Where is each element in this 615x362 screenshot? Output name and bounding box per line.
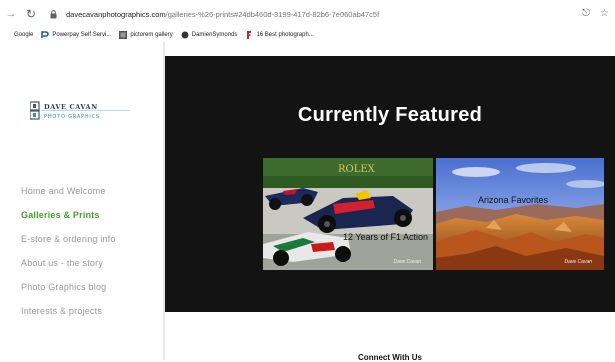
- site-logo[interactable]: DAVE CAVAN PHOTO GRAPHICS: [29, 100, 130, 122]
- nav-item-interests[interactable]: Interests & projects: [21, 303, 116, 327]
- bookmark-pictorem[interactable]: pictorem gallery: [119, 31, 173, 39]
- tile-label-f1: 12 Years of F1 Action: [343, 232, 429, 242]
- powerpay-icon: [41, 31, 50, 39]
- url-field[interactable]: davecavanphotographics.com/galleries-%26…: [66, 10, 379, 19]
- reload-icon[interactable]: ↻: [24, 7, 38, 21]
- tile-signature-arizona: Dave Cavan: [564, 259, 592, 265]
- bookmarks-bar: Google Powerpay Self Servi... pictorem g…: [0, 28, 615, 42]
- gallery-icon: [119, 31, 128, 39]
- connect-heading: Connect With Us: [358, 353, 422, 362]
- url-host: davecavanphotographics.com: [66, 9, 166, 19]
- nav-item-home[interactable]: Home and Welcome: [21, 183, 116, 207]
- bookmark-16best[interactable]: 16 Best photograph...: [245, 31, 314, 39]
- arizona-photo: [436, 158, 604, 270]
- tile-signature-f1: Dave Cavan: [393, 259, 421, 265]
- address-bar: → ↻ davecavanphotographics.com/galleries…: [0, 0, 615, 28]
- rolex-banner: ROLEX: [338, 164, 376, 175]
- nav-item-blog[interactable]: Photo Graphics blog: [21, 279, 116, 303]
- back-arrow-icon[interactable]: →: [4, 7, 18, 21]
- sidebar: DAVE CAVAN PHOTO GRAPHICS Home and Welco…: [0, 42, 165, 360]
- lock-icon[interactable]: [46, 7, 60, 21]
- gallery-tile-f1[interactable]: ROLEX 12 Years of F1 Action Dave Cavan: [263, 158, 433, 270]
- bookmark-label: DamienSymonds: [191, 32, 238, 38]
- logo-line1: DAVE CAVAN: [44, 103, 98, 111]
- tile-label-arizona: Arizona Favorites: [478, 195, 549, 205]
- logo-line2: PHOTO GRAPHICS: [44, 114, 100, 120]
- nav-item-about[interactable]: About us - the story: [21, 255, 116, 279]
- nav-item-estore[interactable]: E-store & ordering info: [21, 231, 116, 255]
- damien-icon: [181, 31, 189, 39]
- logo-graphic: DAVE CAVAN PHOTO GRAPHICS: [29, 101, 130, 120]
- bookmark-label: pictorem gallery: [130, 32, 173, 38]
- photo-icon: [245, 31, 253, 39]
- gallery-tile-arizona[interactable]: Arizona Favorites Dave Cavan: [436, 158, 604, 270]
- featured-panel: Currently Featured ROLEX 12 Years of F1 …: [165, 56, 615, 312]
- featured-title: Currently Featured: [297, 104, 483, 126]
- bookmark-star-icon[interactable]: ☆: [600, 8, 609, 19]
- site-nav: Home and Welcome Galleries & Prints E-st…: [21, 183, 116, 327]
- bookmark-google[interactable]: Google: [14, 32, 33, 38]
- bookmark-damien[interactable]: DamienSymonds: [181, 31, 238, 39]
- bookmark-label: Google: [14, 32, 34, 38]
- bookmark-label: 16 Best photograph...: [256, 32, 314, 38]
- share-icon[interactable]: ⎋: [582, 8, 590, 19]
- f1-photo: ROLEX: [263, 158, 433, 270]
- nav-item-galleries[interactable]: Galleries & Prints: [21, 207, 116, 231]
- bookmark-powerpay[interactable]: Powerpay Self Servi...: [41, 31, 111, 39]
- bookmark-label: Powerpay Self Servi...: [52, 32, 112, 38]
- url-path: /galleries-%26-prints#24db460d-3199-417d…: [165, 9, 380, 19]
